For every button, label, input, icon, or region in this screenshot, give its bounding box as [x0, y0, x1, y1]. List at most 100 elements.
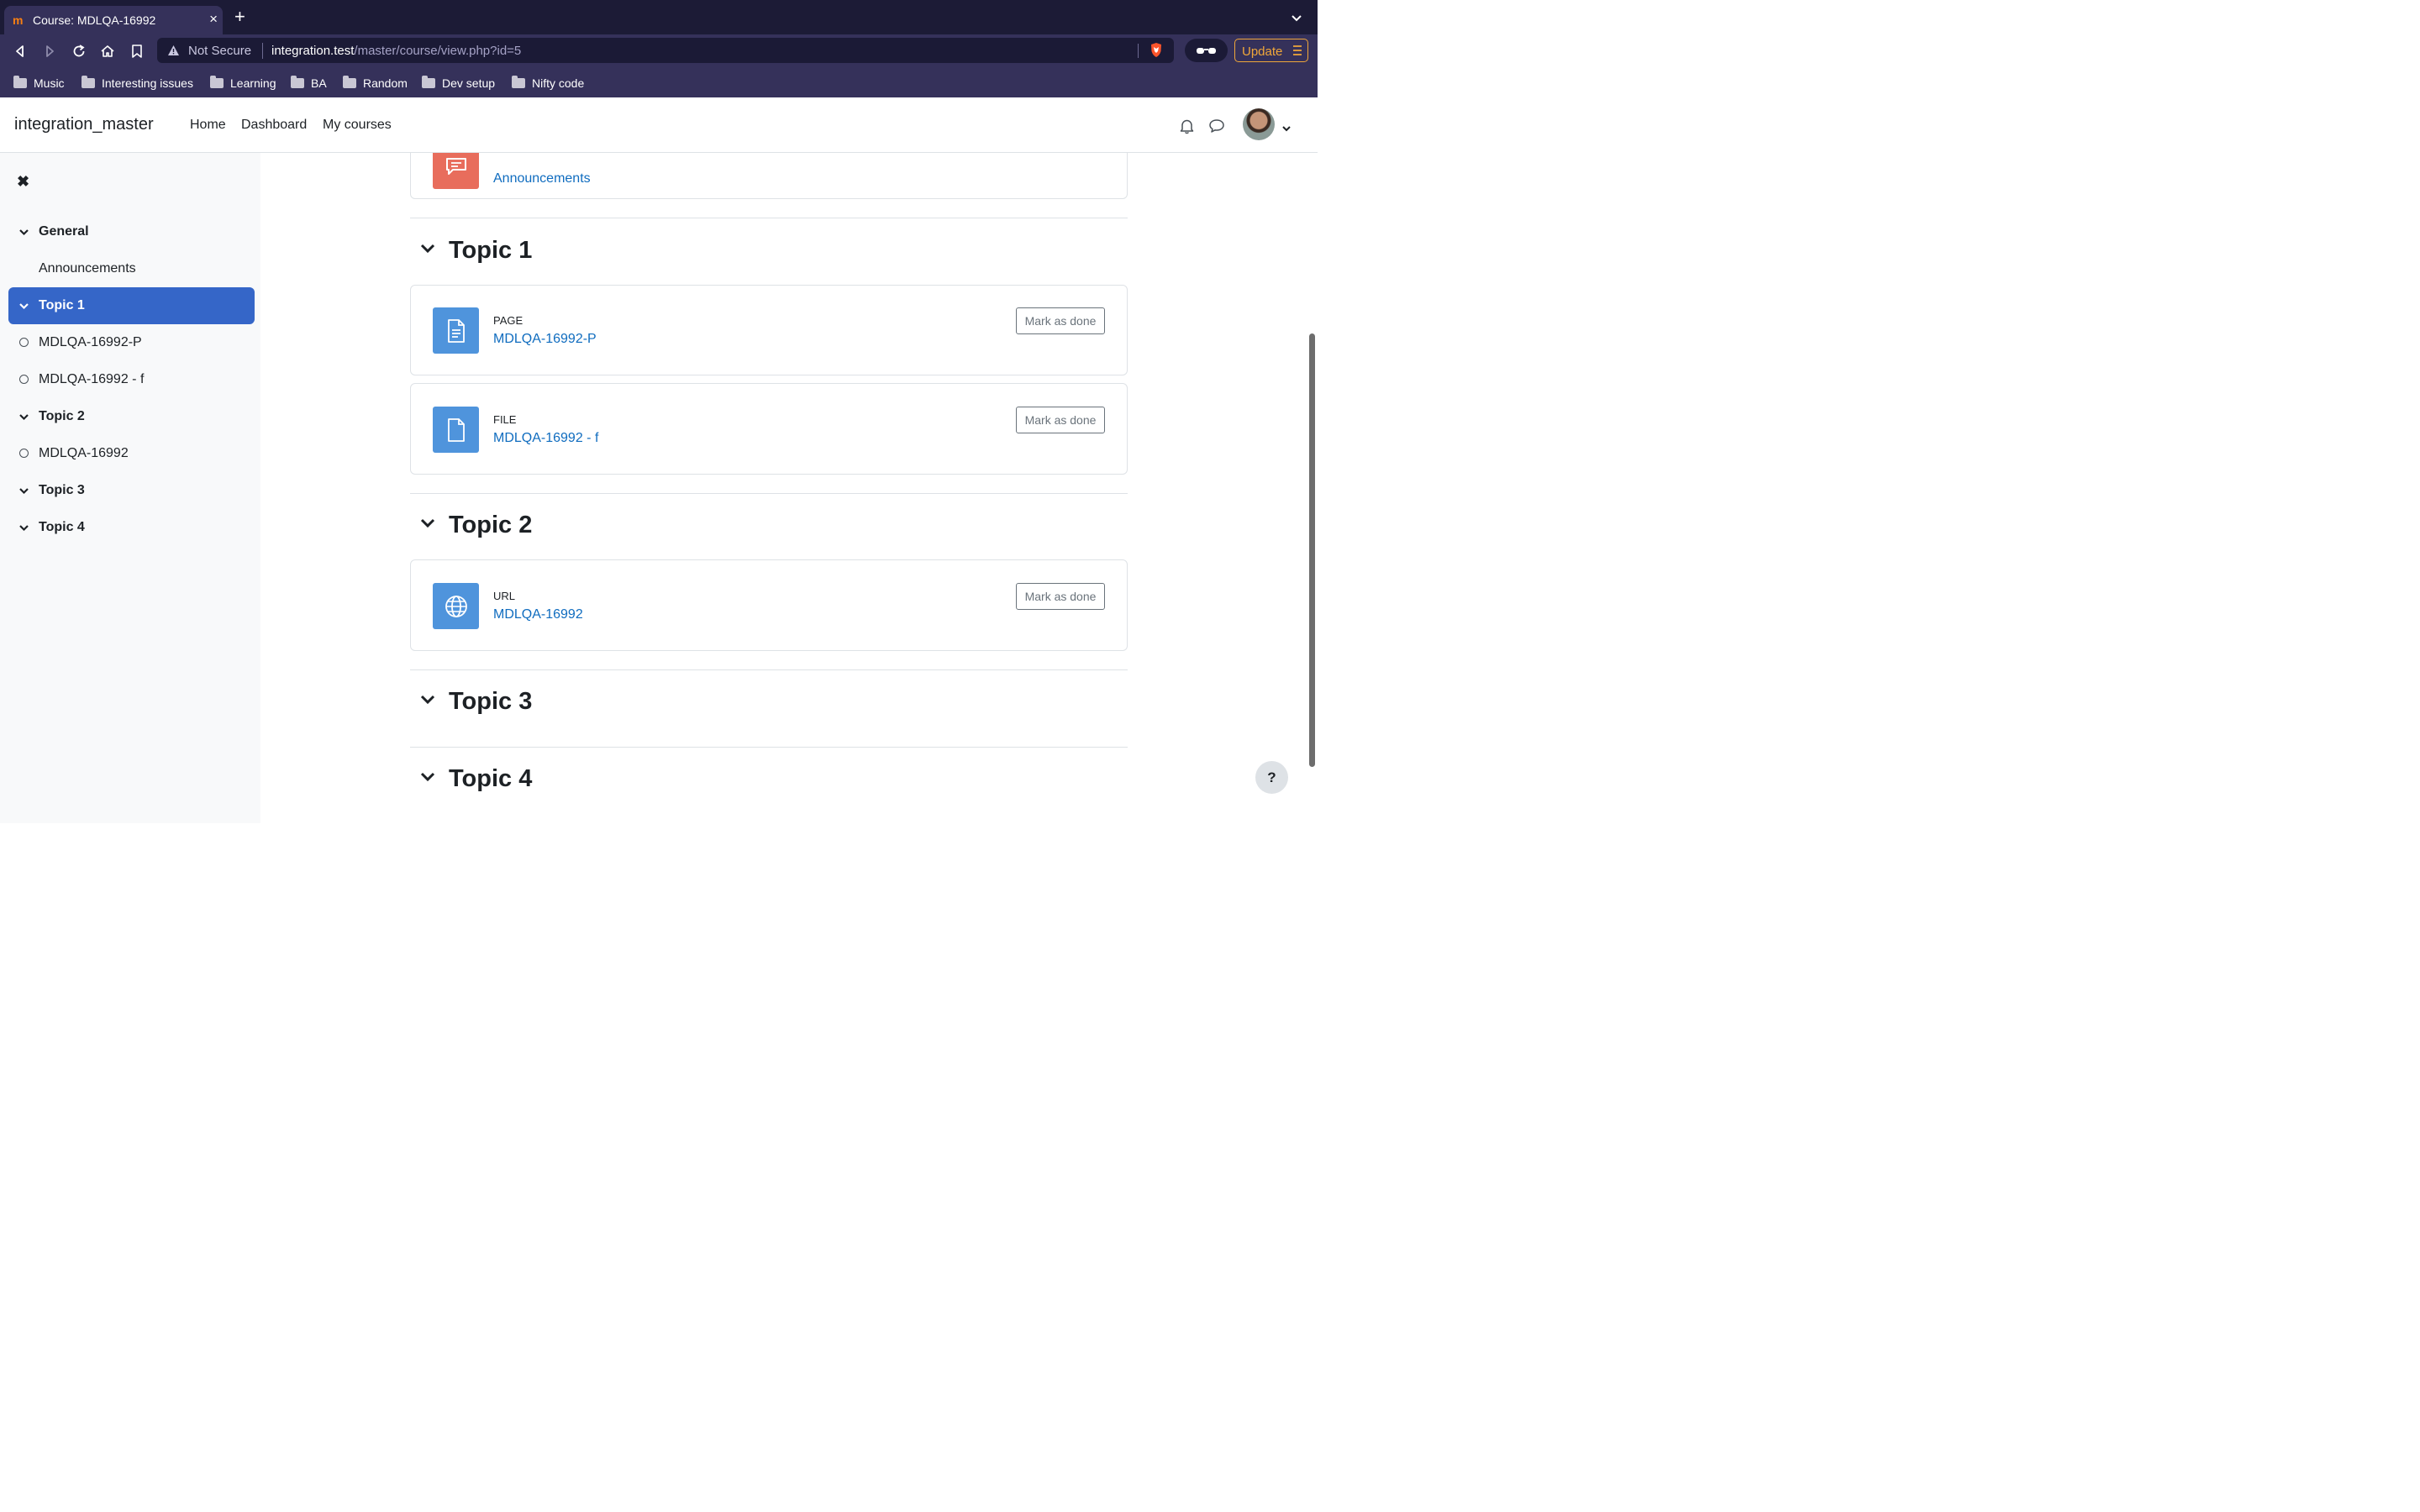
update-label: Update [1242, 45, 1283, 59]
course-index-section-topic-1[interactable]: Topic 1 [8, 287, 255, 324]
course-index-section-general[interactable]: General [8, 213, 255, 250]
section-title[interactable]: Topic 1 [449, 237, 532, 265]
activity-card-announcements: Announcements [410, 153, 1128, 199]
section-title[interactable]: Topic 4 [449, 765, 532, 793]
address-bar[interactable]: Not Secure integration.test/master/cours… [157, 38, 1174, 63]
bookmark-icon[interactable] [129, 44, 145, 59]
course-index-label: Announcements [39, 261, 136, 276]
course-index-drawer: ✖ General Announcements Topic 1 MDLQA-16… [0, 153, 260, 823]
chevron-down-icon[interactable] [18, 521, 29, 536]
forward-icon[interactable] [42, 44, 57, 59]
messages-icon[interactable] [1208, 118, 1225, 138]
activity-link[interactable]: MDLQA-16992-P [493, 332, 597, 347]
section-header-topic-3: Topic 3 [410, 685, 532, 718]
close-drawer-icon[interactable]: ✖ [17, 173, 29, 191]
user-menu-chevron-icon[interactable] [1281, 121, 1292, 136]
hamburger-menu-icon [1292, 45, 1302, 60]
completion-circle-icon [19, 449, 29, 458]
chevron-down-icon[interactable] [18, 299, 29, 314]
reload-icon[interactable] [71, 44, 87, 59]
chevron-down-icon[interactable] [18, 484, 29, 499]
bookmarks-bar: Music Interesting issues Learning BA Ran… [0, 68, 1318, 97]
glasses-icon [1196, 45, 1217, 60]
activity-link[interactable]: MDLQA-16992 [493, 607, 583, 622]
mark-as-done-button[interactable]: Mark as done [1016, 583, 1105, 610]
bookmark-folder-dev-setup[interactable]: Dev setup [422, 76, 495, 91]
chevron-down-icon[interactable] [420, 771, 435, 786]
course-index-label: General [39, 224, 89, 239]
not-secure-label[interactable]: Not Secure [188, 44, 251, 58]
forum-icon[interactable] [433, 153, 479, 189]
bookmark-folder-music[interactable]: Music [13, 76, 65, 91]
folder-icon [343, 76, 356, 88]
globe-icon[interactable] [433, 583, 479, 629]
help-button[interactable]: ? [1255, 761, 1288, 794]
browser-tab[interactable]: m Course: MDLQA-16992 × [4, 6, 223, 34]
bookmark-folder-interesting-issues[interactable]: Interesting issues [82, 76, 193, 91]
course-index-item-mdlqa-16992-f[interactable]: MDLQA-16992 - f [8, 361, 255, 398]
course-index-label: MDLQA-16992-P [39, 335, 142, 349]
file-icon[interactable] [433, 407, 479, 453]
course-index-section-topic-3[interactable]: Topic 3 [8, 472, 255, 509]
completion-circle-icon [19, 375, 29, 384]
nav-link-home[interactable]: Home [190, 118, 226, 133]
course-index-label: Topic 1 [39, 298, 85, 312]
activity-type: URL [493, 590, 516, 602]
course-index-item-mdlqa-16992[interactable]: MDLQA-16992 [8, 435, 255, 472]
course-index-item-mdlqa-16992-p[interactable]: MDLQA-16992-P [8, 324, 255, 361]
course-index-label: Topic 2 [39, 409, 85, 423]
section-header-topic-1: Topic 1 [410, 234, 532, 267]
activity-card-page: PAGE MDLQA-16992-P Mark as done [410, 285, 1128, 375]
chevron-down-icon[interactable] [420, 694, 435, 709]
notification-bell-icon[interactable] [1179, 118, 1195, 139]
folder-icon [82, 76, 95, 88]
section-header-topic-4: Topic 4 [410, 762, 532, 795]
course-index-section-topic-4[interactable]: Topic 4 [8, 509, 255, 546]
brave-shield-icon[interactable] [1150, 42, 1163, 62]
course-index-label: Topic 4 [39, 520, 85, 534]
bookmark-folder-learning[interactable]: Learning [210, 76, 276, 91]
nav-link-dashboard[interactable]: Dashboard [241, 118, 307, 133]
course-index-item-announcements[interactable]: Announcements [8, 250, 255, 287]
chevron-down-icon[interactable] [420, 243, 435, 258]
close-tab-icon[interactable]: × [209, 11, 218, 28]
course-index-label: MDLQA-16992 - f [39, 372, 145, 386]
site-name[interactable]: integration_master [14, 115, 154, 134]
activity-link[interactable]: Announcements [493, 171, 591, 186]
bookmark-folder-nifty-code[interactable]: Nifty code [512, 76, 584, 91]
folder-icon [422, 76, 435, 88]
activity-type: FILE [493, 413, 517, 426]
course-content: Announcements Topic 1 PAGE MDLQA-16992-P… [260, 153, 1309, 823]
bookmark-folder-ba[interactable]: BA [291, 76, 327, 91]
section-title[interactable]: Topic 2 [449, 512, 532, 539]
mark-as-done-button[interactable]: Mark as done [1016, 407, 1105, 433]
folder-icon [13, 76, 27, 88]
chevron-down-icon[interactable] [420, 517, 435, 533]
mark-as-done-button[interactable]: Mark as done [1016, 307, 1105, 334]
home-icon[interactable] [100, 44, 115, 59]
url-divider [1138, 44, 1139, 58]
nav-link-my-courses[interactable]: My courses [323, 118, 392, 133]
tab-list-chevron-icon[interactable] [1291, 12, 1302, 27]
user-avatar[interactable] [1243, 108, 1275, 140]
activity-link[interactable]: MDLQA-16992 - f [493, 431, 598, 446]
moodle-favicon-icon: m [13, 13, 24, 27]
chevron-down-icon[interactable] [18, 225, 29, 240]
site-navbar: integration_master Home Dashboard My cou… [0, 97, 1318, 153]
tab-title: Course: MDLQA-16992 [33, 13, 156, 27]
reader-mode-button[interactable] [1185, 39, 1228, 62]
back-icon[interactable] [13, 44, 28, 59]
section-title[interactable]: Topic 3 [449, 688, 532, 716]
chevron-down-icon[interactable] [18, 410, 29, 425]
course-index-section-topic-2[interactable]: Topic 2 [8, 398, 255, 435]
page-icon[interactable] [433, 307, 479, 354]
bookmark-folder-random[interactable]: Random [343, 76, 408, 91]
section-divider [410, 747, 1128, 748]
update-button[interactable]: Update [1234, 39, 1308, 62]
new-tab-icon[interactable]: + [234, 8, 245, 26]
url-text[interactable]: integration.test/master/course/view.php?… [271, 44, 521, 58]
section-header-topic-2: Topic 2 [410, 508, 532, 542]
activity-type: PAGE [493, 314, 523, 327]
page-scrollbar[interactable] [1309, 333, 1315, 767]
warning-icon[interactable] [167, 45, 180, 60]
